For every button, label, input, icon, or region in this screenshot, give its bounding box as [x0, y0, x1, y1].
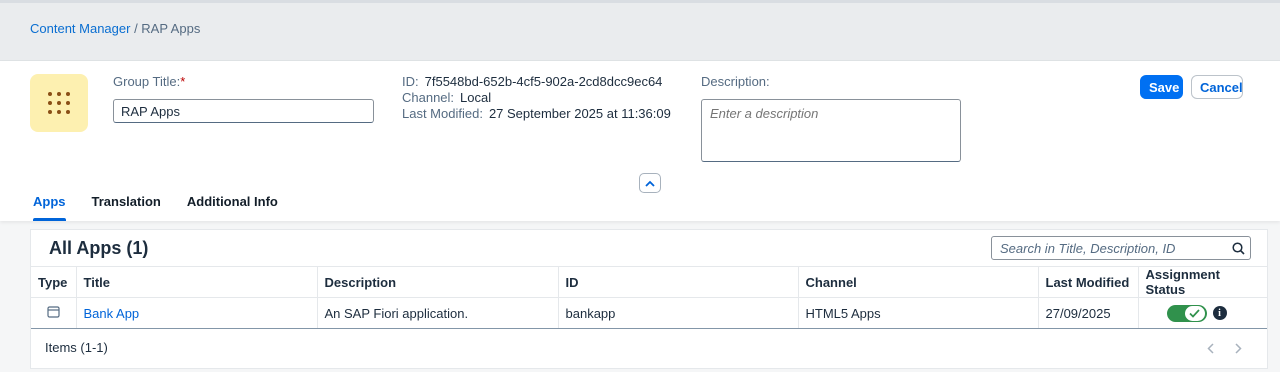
tab-bar: Apps Translation Additional Info [20, 193, 291, 221]
id-value: 7f5548bd-652b-4cf5-902a-2cd8dcc9ec64 [424, 74, 663, 89]
apps-search-field [991, 236, 1251, 260]
last-modified-field: Last Modified: 27 September 2025 at 11:36… [402, 106, 671, 121]
next-page-button[interactable] [1227, 338, 1249, 358]
tab-apps[interactable]: Apps [20, 193, 79, 221]
description-cell: An SAP Fiori application. [317, 297, 559, 329]
search-button[interactable] [1226, 237, 1250, 259]
chevron-right-icon [1234, 342, 1242, 354]
column-header-description[interactable]: Description [317, 266, 559, 298]
breadcrumb-separator: / [130, 21, 142, 36]
chevron-up-icon [645, 180, 655, 187]
table-row[interactable]: Bank App An SAP Fiori application. banka… [31, 297, 1267, 329]
apps-table-title: All Apps (1) [49, 238, 149, 258]
column-header-last-modified[interactable]: Last Modified [1038, 266, 1139, 298]
channel-value: Local [460, 90, 492, 105]
checkmark-icon [1184, 305, 1205, 321]
chevron-left-icon [1206, 342, 1214, 354]
cancel-button[interactable]: Cancel [1191, 75, 1243, 99]
type-cell [31, 297, 77, 329]
info-icon[interactable]: i [1212, 306, 1227, 321]
object-header: Group Title:* ID: 7f5548bd-652b-4cf5-902a… [0, 61, 1280, 221]
app-window-icon [47, 305, 60, 318]
description-label: Description: [701, 74, 770, 89]
id-label: ID: [402, 74, 419, 89]
required-mark: * [180, 74, 186, 89]
description-textarea[interactable] [701, 99, 961, 162]
table-header-row: Type Title Description ID Channel Last M… [31, 266, 1267, 298]
apps-table: Type Title Description ID Channel Last M… [31, 266, 1267, 329]
channel-cell: HTML5 Apps [798, 297, 1039, 329]
last-modified-cell: 27/09/2025 [1038, 297, 1139, 329]
grid-icon [30, 74, 88, 132]
app-title-link[interactable]: Bank App [84, 306, 140, 321]
breadcrumb-bar: Content Manager / RAP Apps [0, 3, 1280, 61]
column-header-assignment-status[interactable]: Assignment Status [1138, 266, 1267, 298]
breadcrumb-link-content-manager[interactable]: Content Manager [30, 21, 130, 36]
last-modified-label: Last Modified: [402, 106, 483, 121]
id-field: ID: 7f5548bd-652b-4cf5-902a-2cd8dcc9ec64 [402, 74, 662, 89]
last-modified-value: 27 September 2025 at 11:36:09 [488, 106, 671, 121]
column-header-type[interactable]: Type [31, 266, 77, 298]
search-input[interactable] [992, 240, 1226, 256]
title-cell: Bank App [76, 297, 318, 329]
id-cell: bankapp [558, 297, 799, 329]
tab-translation[interactable]: Translation [79, 193, 174, 221]
breadcrumb-current: RAP Apps [141, 21, 201, 36]
save-button[interactable]: Save [1140, 75, 1183, 99]
channel-label: Channel: [402, 90, 455, 105]
breadcrumb: Content Manager / RAP Apps [30, 21, 200, 36]
collapse-header-button[interactable] [639, 173, 661, 193]
items-count: Items (1-1) [45, 340, 108, 355]
channel-field: Channel: Local [402, 90, 491, 105]
assignment-status-cell: i [1138, 297, 1267, 329]
column-header-title[interactable]: Title [76, 266, 318, 298]
assignment-switch[interactable] [1166, 304, 1207, 322]
tab-additional-info[interactable]: Additional Info [174, 193, 291, 221]
search-icon [1231, 241, 1245, 255]
group-title-label: Group Title:* [113, 74, 186, 89]
column-header-channel[interactable]: Channel [798, 266, 1039, 298]
group-title-input[interactable] [113, 99, 374, 123]
column-header-id[interactable]: ID [558, 266, 799, 298]
previous-page-button[interactable] [1199, 338, 1221, 358]
apps-panel: All Apps (1) Type Title Description ID C… [30, 229, 1268, 369]
